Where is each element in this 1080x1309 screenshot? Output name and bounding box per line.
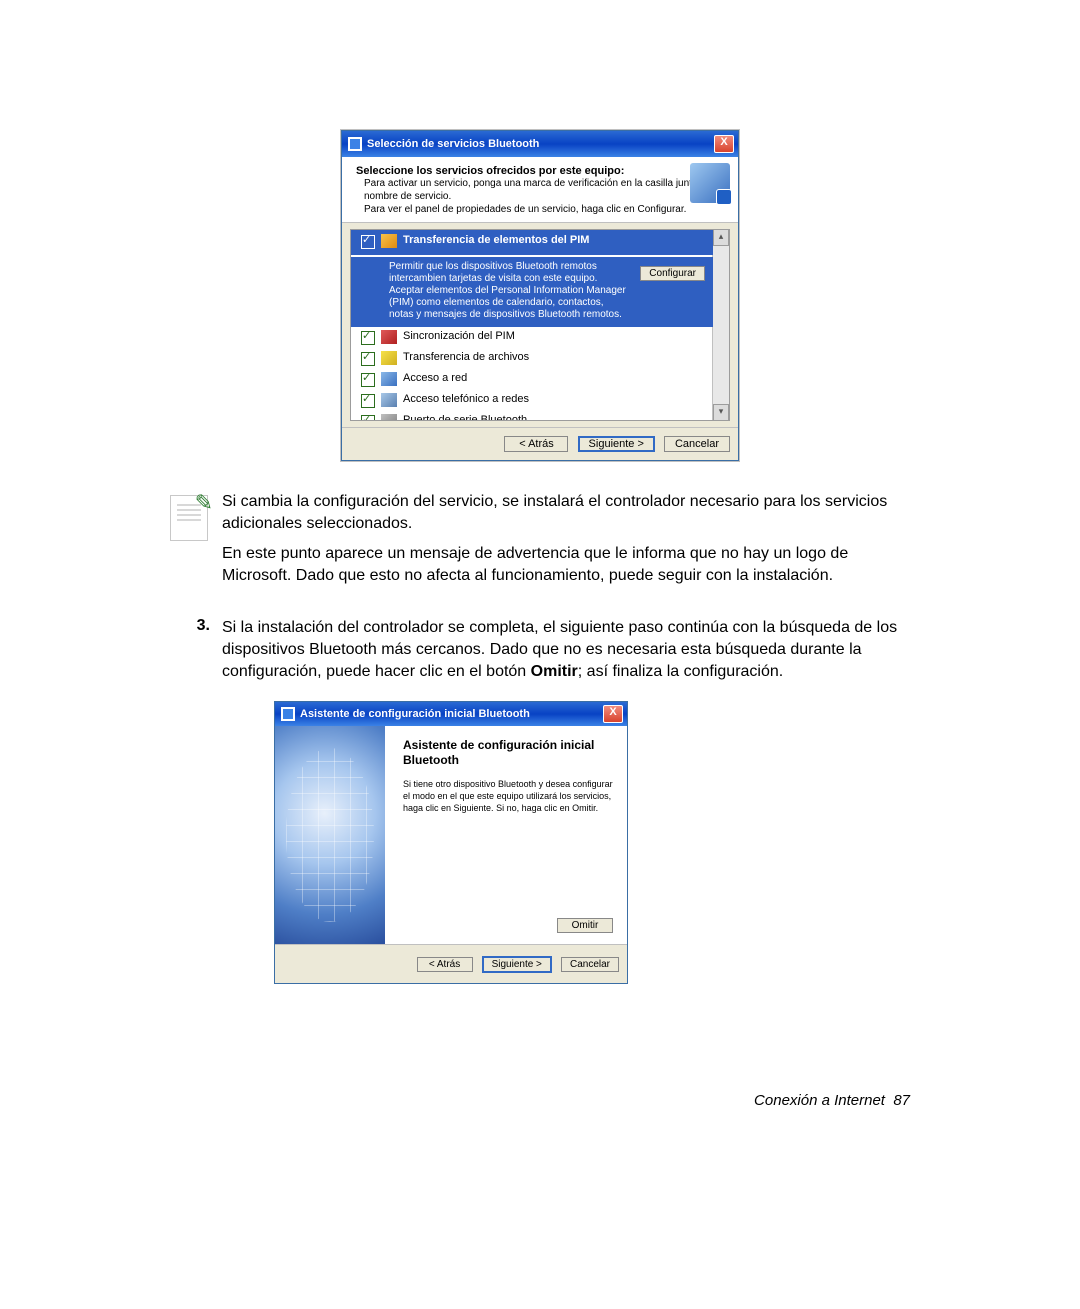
close-button[interactable]: X bbox=[603, 705, 623, 723]
step-text-b: ; así finaliza la configuración. bbox=[578, 663, 783, 680]
service-label: Puerto de serie Bluetooth bbox=[403, 414, 527, 421]
footer-section: Conexión a Internet bbox=[754, 1092, 885, 1109]
serial-port-icon bbox=[381, 414, 397, 421]
service-item[interactable]: Puerto de serie Bluetooth bbox=[351, 411, 713, 421]
step-number: 3. bbox=[170, 617, 222, 984]
next-button[interactable]: Siguiente > bbox=[578, 436, 655, 452]
checkbox-icon[interactable] bbox=[361, 373, 375, 387]
cancel-button[interactable]: Cancelar bbox=[561, 957, 619, 972]
close-button[interactable]: X bbox=[714, 135, 734, 153]
checkbox-icon[interactable] bbox=[361, 352, 375, 366]
omit-button[interactable]: Omitir bbox=[557, 918, 613, 933]
pim-transfer-icon bbox=[381, 234, 397, 248]
checkbox-icon[interactable] bbox=[361, 331, 375, 345]
bluetooth-services-dialog: Selección de servicios Bluetooth X Selec… bbox=[341, 130, 739, 461]
bluetooth-wizard-dialog: Asistente de configuración inicial Bluet… bbox=[274, 701, 628, 984]
cancel-button[interactable]: Cancelar bbox=[664, 436, 730, 452]
dialog1-title: Selección de servicios Bluetooth bbox=[367, 138, 714, 150]
pim-sync-icon bbox=[381, 330, 397, 344]
bluetooth-icon bbox=[348, 137, 362, 151]
dialup-icon bbox=[381, 393, 397, 407]
network-access-icon bbox=[381, 372, 397, 386]
service-item[interactable]: Acceso telefónico a redes bbox=[351, 390, 713, 411]
dialog2-titlebar[interactable]: Asistente de configuración inicial Bluet… bbox=[275, 702, 627, 726]
service-item[interactable]: Acceso a red bbox=[351, 369, 713, 390]
dialog1-footer: < Atrás Siguiente > Cancelar bbox=[342, 427, 738, 460]
back-button[interactable]: < Atrás bbox=[504, 436, 568, 452]
service-item[interactable]: Sincronización del PIM bbox=[351, 327, 713, 348]
note-paragraph-1: Si cambia la configuración del servicio,… bbox=[222, 491, 910, 535]
configure-button[interactable]: Configurar bbox=[640, 266, 705, 281]
note-paragraph-2: En este punto aparece un mensaje de adve… bbox=[222, 543, 910, 587]
dialog1-header-line2: Para ver el panel de propiedades de un s… bbox=[364, 203, 728, 216]
wizard-heading: Asistente de configuración inicial Bluet… bbox=[403, 738, 613, 768]
dialog2-title: Asistente de configuración inicial Bluet… bbox=[300, 703, 603, 725]
dialog1-header-title: Seleccione los servicios ofrecidos por e… bbox=[356, 165, 728, 177]
globe-graphic bbox=[275, 726, 385, 944]
page-footer: Conexión a Internet 87 bbox=[754, 1092, 910, 1109]
step-3: 3. Si la instalación del controlador se … bbox=[170, 617, 910, 984]
footer-page-number: 87 bbox=[893, 1092, 910, 1109]
dialog1-header-line1: Para activar un servicio, ponga una marc… bbox=[364, 177, 728, 203]
scroll-down-button[interactable]: ▾ bbox=[713, 404, 729, 420]
bluetooth-icon bbox=[281, 707, 295, 721]
checkbox-icon[interactable] bbox=[361, 235, 375, 249]
back-button[interactable]: < Atrás bbox=[417, 957, 473, 972]
vertical-scrollbar[interactable]: ▴ ▾ bbox=[712, 230, 729, 420]
dialog1-titlebar[interactable]: Selección de servicios Bluetooth X bbox=[342, 131, 738, 157]
checkbox-icon[interactable] bbox=[361, 394, 375, 408]
dialog2-footer: < Atrás Siguiente > Cancelar bbox=[275, 944, 627, 983]
service-label: Sincronización del PIM bbox=[403, 330, 515, 342]
note-block: Si cambia la configuración del servicio,… bbox=[170, 491, 910, 595]
computer-bluetooth-icon bbox=[690, 163, 730, 203]
step-bold-omitir: Omitir bbox=[531, 663, 578, 680]
service-label: Acceso a red bbox=[403, 372, 467, 384]
note-icon bbox=[170, 495, 208, 541]
service-item-selected[interactable]: Transferencia de elementos del PIM bbox=[351, 230, 713, 255]
dialog1-header: Seleccione los servicios ofrecidos por e… bbox=[342, 157, 738, 223]
services-list: ▴ ▾ Transferencia de elementos del PIM P… bbox=[350, 229, 730, 421]
service-label: Transferencia de archivos bbox=[403, 351, 529, 363]
next-button[interactable]: Siguiente > bbox=[482, 956, 552, 973]
step-body: Si la instalación del controlador se com… bbox=[222, 617, 910, 984]
checkbox-icon[interactable] bbox=[361, 415, 375, 421]
file-transfer-icon bbox=[381, 351, 397, 365]
wizard-description: Si tiene otro dispositivo Bluetooth y de… bbox=[403, 778, 613, 814]
service-label: Transferencia de elementos del PIM bbox=[403, 234, 589, 246]
service-label: Acceso telefónico a redes bbox=[403, 393, 529, 405]
service-item[interactable]: Transferencia de archivos bbox=[351, 348, 713, 369]
scroll-up-button[interactable]: ▴ bbox=[713, 230, 729, 246]
